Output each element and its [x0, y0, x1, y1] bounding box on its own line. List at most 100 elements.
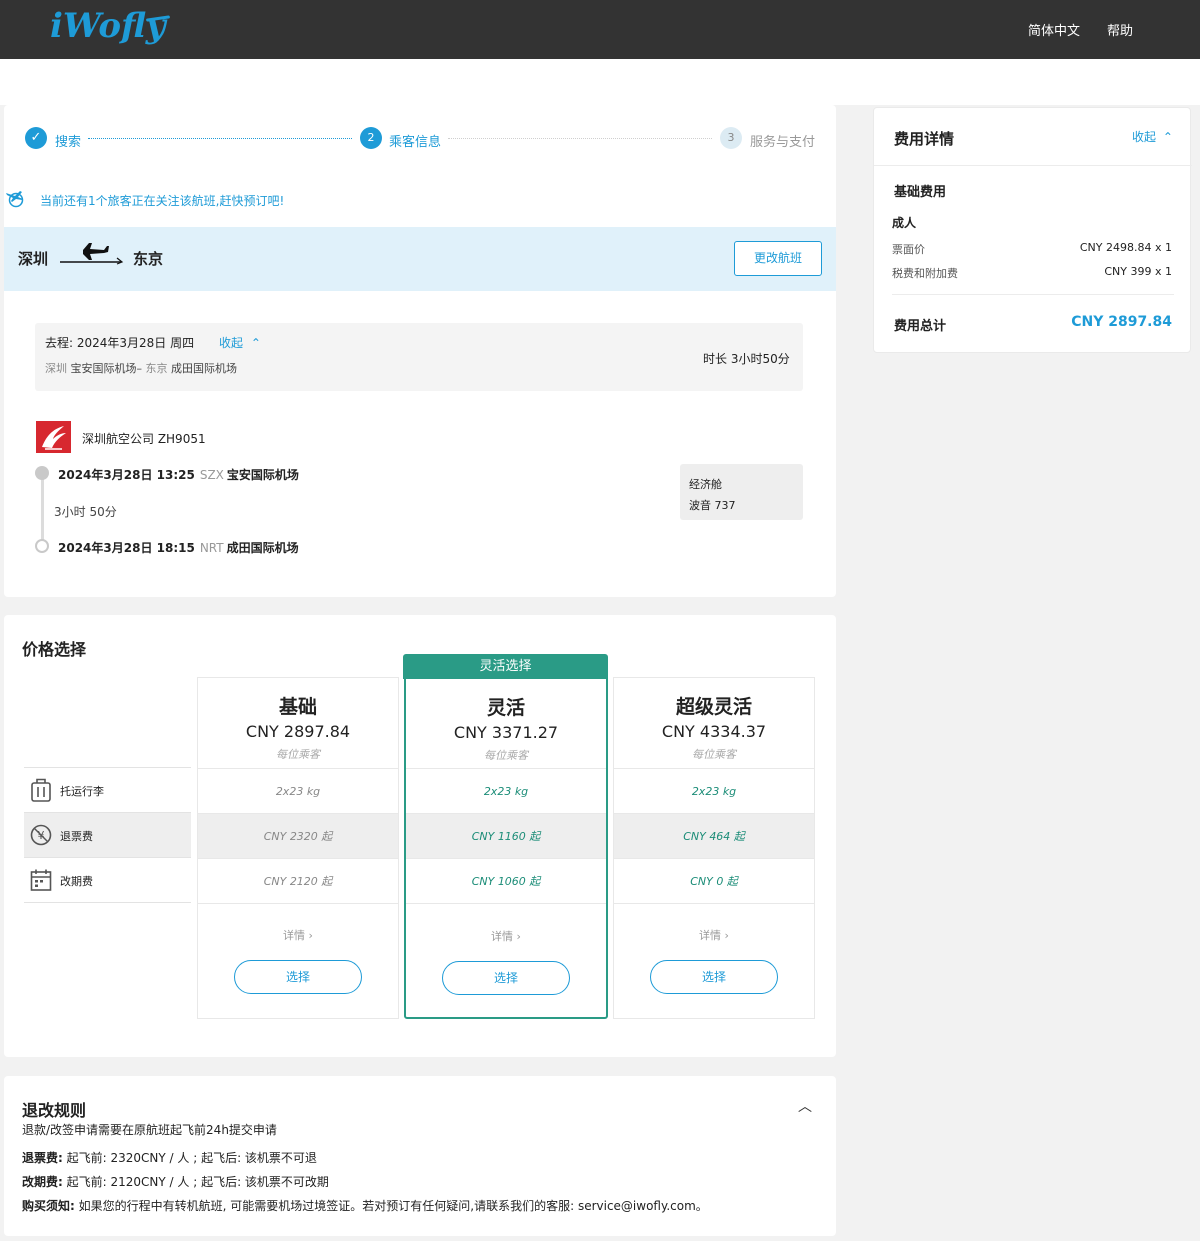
segment-from-city: 深圳	[45, 362, 67, 375]
cabin-info: 经济舱 波音 737	[680, 464, 803, 520]
step-connector	[448, 138, 712, 139]
aircraft-type: 波音 737	[689, 499, 736, 512]
step-payment-label: 服务与支付	[750, 135, 816, 150]
destination-city: 东京	[133, 250, 164, 268]
select-flexible-button[interactable]: 选择	[442, 961, 570, 995]
fare-baggage: 2x23 kg	[614, 768, 814, 813]
fee-collapse-toggle[interactable]: 收起 ⌃	[1132, 128, 1173, 145]
arrive-dot	[35, 539, 49, 553]
chevron-up-icon: ⌃	[1162, 130, 1173, 144]
refund-icon: ¥	[30, 824, 52, 846]
segment-route: 深圳 宝安国际机场– 东京 成田国际机场	[45, 360, 237, 376]
step-2-circle: 2	[360, 127, 382, 149]
rules-collapse-chevron-icon[interactable]: ︿	[798, 1096, 812, 1116]
fare-divider	[614, 903, 814, 904]
step-connector	[88, 138, 352, 139]
tax-label: 税费和附加费	[892, 267, 958, 280]
language-link[interactable]: 简体中文	[1028, 20, 1080, 39]
route-banner: 深圳 东京 更改航班	[4, 227, 836, 291]
fare-baggage: 2x23 kg	[198, 768, 398, 813]
rules-notice-label: 购买须知:	[22, 1199, 75, 1213]
fee-detail-card: 费用详情 收起 ⌃ 基础费用 成人 票面价 CNY 2498.84 x 1 税费…	[873, 107, 1192, 353]
feature-row-baggage: 托运行李	[24, 768, 191, 813]
step-search-label[interactable]: 搜索	[55, 131, 81, 150]
depart-dot	[35, 466, 49, 480]
luggage-icon	[31, 778, 51, 802]
segment-separator: –	[136, 362, 143, 375]
step-3-circle: 3	[720, 127, 742, 149]
step-passenger-label: 乘客信息	[389, 135, 442, 150]
fare-column-flexible[interactable]: 灵活 CNY 3371.27 每位乘客 2x23 kg CNY 1160 起 C…	[404, 677, 608, 1019]
change-flight-button[interactable]: 更改航班	[734, 241, 822, 276]
rules-notice-text: 如果您的行程中有转机航班, 可能需要机场过境签证。若对预订有任何疑问,请联系我们…	[78, 1199, 708, 1213]
rules-title: 退改规则	[22, 1101, 87, 1120]
rules-change-label: 改期费:	[22, 1175, 63, 1189]
fare-refund: CNY 2320 起	[198, 813, 398, 858]
fare-price: CNY 3371.27	[453, 723, 559, 742]
arrive-airport: 成田国际机场	[226, 541, 299, 555]
depart-code: SZX	[199, 468, 224, 482]
calendar-icon	[30, 869, 52, 891]
fare-detail-link[interactable]: 详情 ›	[406, 928, 606, 944]
rules-refund-label: 退票费:	[22, 1151, 63, 1165]
arrive-code: NRT	[199, 541, 224, 555]
passenger-type: 成人	[892, 216, 917, 230]
arrive-datetime: 2024年3月28日 18:15	[58, 541, 195, 555]
header-spacer	[0, 59, 1200, 105]
rules-refund-line: 退票费: 起飞前: 2320CNY / 人 ; 起飞后: 该机票不可退	[22, 1149, 317, 1166]
price-section-title: 价格选择	[22, 640, 87, 659]
feature-row-change: 改期费	[24, 858, 191, 903]
fare-divider	[198, 903, 398, 904]
total-label: 费用总计	[894, 319, 947, 334]
fare-per-passenger: 每位乘客	[276, 748, 320, 761]
fee-total-divider	[892, 294, 1174, 295]
select-basic-button[interactable]: 选择	[234, 960, 362, 994]
segment-to-city: 东京	[145, 362, 168, 375]
segment-summary: 去程: 2024年3月28日 周四 收起 ⌃ 深圳 宝安国际机场– 东京 成田国…	[35, 323, 803, 391]
fare-price: CNY 4334.37	[661, 722, 767, 741]
departure-plane-icon	[60, 243, 124, 265]
flight-duration: 3小时 50分	[54, 505, 117, 519]
selected-fare-tag: 灵活选择	[403, 654, 608, 679]
rules-change-line: 改期费: 起飞前: 2120CNY / 人 ; 起飞后: 该机票不可改期	[22, 1173, 329, 1190]
fare-detail-link[interactable]: 详情 ›	[198, 927, 398, 943]
fare-per-passenger: 每位乘客	[692, 748, 736, 761]
select-super-flexible-button[interactable]: 选择	[650, 960, 778, 994]
ticket-price-value: CNY 2498.84 x 1	[1079, 241, 1172, 254]
fare-detail-link[interactable]: 详情 ›	[614, 927, 814, 943]
airline-flight-number: 深圳航空公司 ZH9051	[82, 432, 206, 446]
segment-collapse-toggle[interactable]: 收起 ⌃	[219, 334, 261, 351]
fare-name: 灵活	[486, 697, 525, 719]
fare-per-passenger: 每位乘客	[484, 749, 528, 762]
feature-row-refund: ¥ 退票费	[24, 813, 191, 858]
segment-collapse-label: 收起	[219, 336, 244, 350]
segment-to-airport: 成田国际机场	[171, 362, 237, 375]
plane-globe-icon	[6, 191, 24, 208]
ticket-price-label: 票面价	[892, 243, 925, 256]
fare-change: CNY 2120 起	[198, 858, 398, 903]
feature-label: 改期费	[60, 875, 93, 888]
fee-header-divider	[874, 165, 1192, 166]
fare-column-super-flexible: 超级灵活 CNY 4334.37 每位乘客 2x23 kg CNY 464 起 …	[613, 677, 815, 1019]
departure-row: 2024年3月28日 13:25 SZX 宝安国际机场	[58, 466, 299, 483]
rules-change-text: 起飞前: 2120CNY / 人 ; 起飞后: 该机票不可改期	[66, 1175, 329, 1189]
fare-column-basic: 基础 CNY 2897.84 每位乘客 2x23 kg CNY 2320 起 C…	[197, 677, 399, 1019]
arrival-row: 2024年3月28日 18:15 NRT 成田国际机场	[58, 539, 299, 556]
help-link[interactable]: 帮助	[1107, 20, 1133, 39]
fare-refund: CNY 1160 起	[406, 813, 606, 858]
fee-detail-title: 费用详情	[894, 130, 955, 148]
fare-change: CNY 1060 起	[406, 858, 606, 903]
rules-refund-text: 起飞前: 2320CNY / 人 ; 起飞后: 该机票不可退	[66, 1151, 317, 1165]
tax-value: CNY 399 x 1	[1104, 265, 1172, 278]
brand-logo[interactable]: iWofly	[50, 6, 165, 46]
base-fee-title: 基础费用	[894, 185, 947, 200]
top-navigation-bar: iWofly 简体中文 帮助	[0, 0, 1200, 59]
segment-from-airport: 宝安国际机场	[70, 362, 137, 375]
timeline-line	[41, 478, 44, 544]
chevron-up-icon: ⌃	[250, 336, 261, 350]
fare-change: CNY 0 起	[614, 858, 814, 903]
depart-datetime: 2024年3月28日 13:25	[58, 468, 195, 482]
origin-city: 深圳	[18, 250, 49, 268]
fee-collapse-label: 收起	[1132, 130, 1157, 144]
fare-divider	[406, 903, 606, 904]
